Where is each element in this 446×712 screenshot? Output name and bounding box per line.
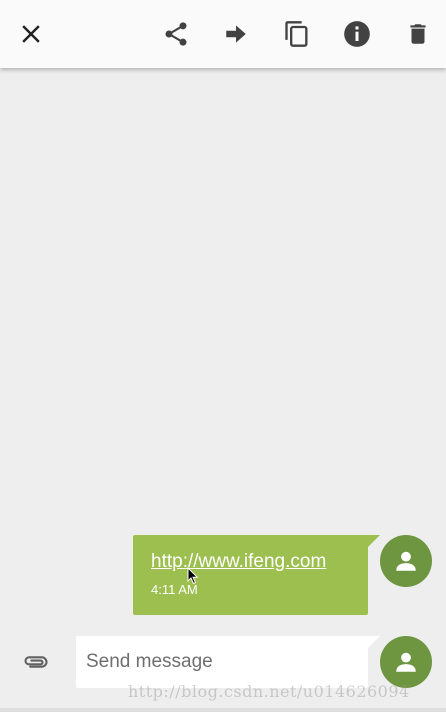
person-icon (396, 652, 416, 672)
message-link[interactable]: http://www.ifeng.com (151, 551, 326, 573)
paperclip-icon (24, 656, 48, 668)
watermark: http://blog.csdn.net/u014626094 (128, 682, 410, 701)
message-bubble[interactable]: http://www.ifeng.com 4:11 AM (133, 535, 368, 615)
close-button[interactable] (7, 10, 55, 58)
forward-icon (226, 25, 246, 43)
person-icon (396, 551, 416, 571)
forward-button[interactable] (212, 10, 260, 58)
copy-icon (285, 21, 308, 47)
copy-button[interactable] (273, 10, 321, 58)
mouse-cursor-icon (187, 567, 199, 585)
message-bubble-tail (366, 535, 380, 549)
attach-button[interactable] (12, 638, 60, 686)
close-icon (22, 25, 40, 43)
self-avatar[interactable] (380, 636, 432, 688)
share-button[interactable] (152, 10, 200, 58)
bottom-divider (0, 708, 446, 712)
compose-box[interactable] (76, 636, 368, 688)
sender-avatar[interactable] (380, 535, 432, 587)
message-input[interactable] (86, 644, 356, 680)
delete-button[interactable] (394, 10, 442, 58)
share-icon (165, 22, 187, 46)
action-bar (0, 0, 446, 68)
compose-box-tail (366, 636, 380, 650)
delete-icon (410, 24, 426, 44)
info-icon (344, 21, 370, 47)
info-button[interactable] (333, 10, 381, 58)
